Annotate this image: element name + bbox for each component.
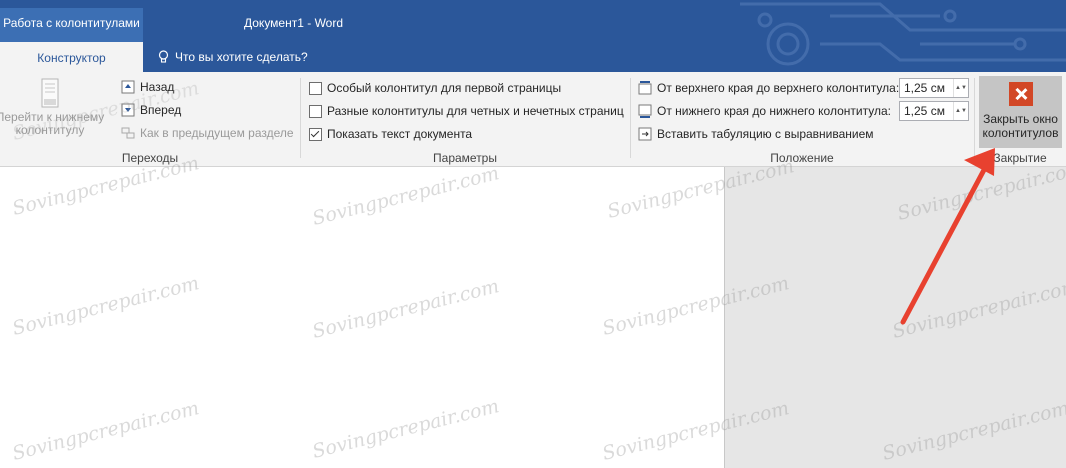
different-first-page-checkbox[interactable]: Особый колонтитул для первой страницы (309, 81, 561, 95)
group-label-close: Закрытие (993, 151, 1047, 165)
different-odd-even-label: Разные колонтитулы для четных и нечетных… (327, 104, 624, 118)
footer-distance-value: 1,25 см (904, 104, 945, 118)
link-icon (121, 127, 135, 139)
title-bar: Работа с колонтитулами Документ1 - Word … (0, 0, 1066, 72)
link-to-previous-button[interactable]: Как в предыдущем разделе (121, 126, 294, 140)
close-label-2: колонтитулов (982, 126, 1059, 140)
goto-footer-button[interactable]: Перейти к нижнему колонтитулу (0, 78, 104, 146)
header-distance-spinner[interactable]: 1,25 см ▲▼ (899, 78, 969, 98)
header-from-top-label: От верхнего края до верхнего колонтитула… (638, 81, 899, 95)
group-label-position: Положение (770, 151, 834, 165)
close-label-1: Закрыть окно (983, 112, 1058, 126)
previous-button[interactable]: Назад (121, 80, 174, 94)
goto-footer-label-1: Перейти к нижнему (0, 110, 105, 124)
tab-design[interactable]: Конструктор (0, 42, 143, 72)
document-title: Документ1 - Word (244, 16, 344, 30)
circuit-decoration-icon (740, 2, 1066, 66)
group-label-options: Параметры (433, 151, 497, 165)
document-page[interactable] (0, 167, 725, 468)
checkbox-box (309, 104, 322, 118)
next-label: Вперед (140, 103, 182, 117)
group-separator (630, 78, 631, 158)
checkbox-box-checked (309, 127, 322, 141)
goto-footer-label-2: колонтитулу (15, 123, 85, 137)
footer-page-icon (41, 78, 59, 108)
tell-me-search[interactable]: Что вы хотите сделать? (158, 50, 308, 64)
contextual-tab-header-footer[interactable]: Работа с колонтитулами (0, 8, 143, 42)
document-area (0, 167, 1066, 468)
show-document-text-checkbox[interactable]: Показать текст документа (309, 127, 472, 141)
alignment-tab-icon (638, 127, 652, 141)
checkbox-box (309, 81, 322, 95)
footer-from-bottom-text: От нижнего края до нижнего колонтитула: (657, 104, 891, 118)
close-icon (1008, 82, 1033, 106)
lightbulb-icon (158, 50, 169, 63)
ribbon: Перейти к нижнему колонтитулу Назад Впер… (0, 72, 1066, 167)
header-distance-value: 1,25 см (904, 81, 945, 95)
header-from-top-text: От верхнего края до верхнего колонтитула… (657, 81, 900, 95)
link-to-previous-label: Как в предыдущем разделе (140, 126, 294, 140)
close-header-footer-button[interactable]: Закрыть окно колонтитулов (979, 76, 1062, 148)
header-position-icon (638, 81, 652, 95)
footer-position-icon (638, 104, 652, 118)
next-section-icon (121, 103, 135, 117)
previous-label: Назад (140, 80, 175, 94)
different-first-page-label: Особый колонтитул для первой страницы (327, 81, 562, 95)
next-button[interactable]: Вперед (121, 103, 181, 117)
insert-alignment-tab-label: Вставить табуляцию с выравниванием (657, 127, 874, 141)
footer-distance-spinner[interactable]: 1,25 см ▲▼ (899, 101, 969, 121)
previous-section-icon (121, 80, 135, 94)
group-separator (974, 78, 975, 158)
group-label-navigation: Переходы (121, 151, 179, 165)
show-document-text-label: Показать текст документа (327, 127, 473, 141)
spinner-arrows[interactable]: ▲▼ (953, 79, 968, 97)
tell-me-label: Что вы хотите сделать? (175, 50, 308, 64)
footer-from-bottom-label: От нижнего края до нижнего колонтитула: (638, 104, 891, 118)
spinner-arrows[interactable]: ▲▼ (953, 102, 968, 120)
group-separator (300, 78, 301, 158)
insert-alignment-tab-button[interactable]: Вставить табуляцию с выравниванием (638, 127, 874, 141)
different-odd-even-checkbox[interactable]: Разные колонтитулы для четных и нечетных… (309, 104, 624, 118)
